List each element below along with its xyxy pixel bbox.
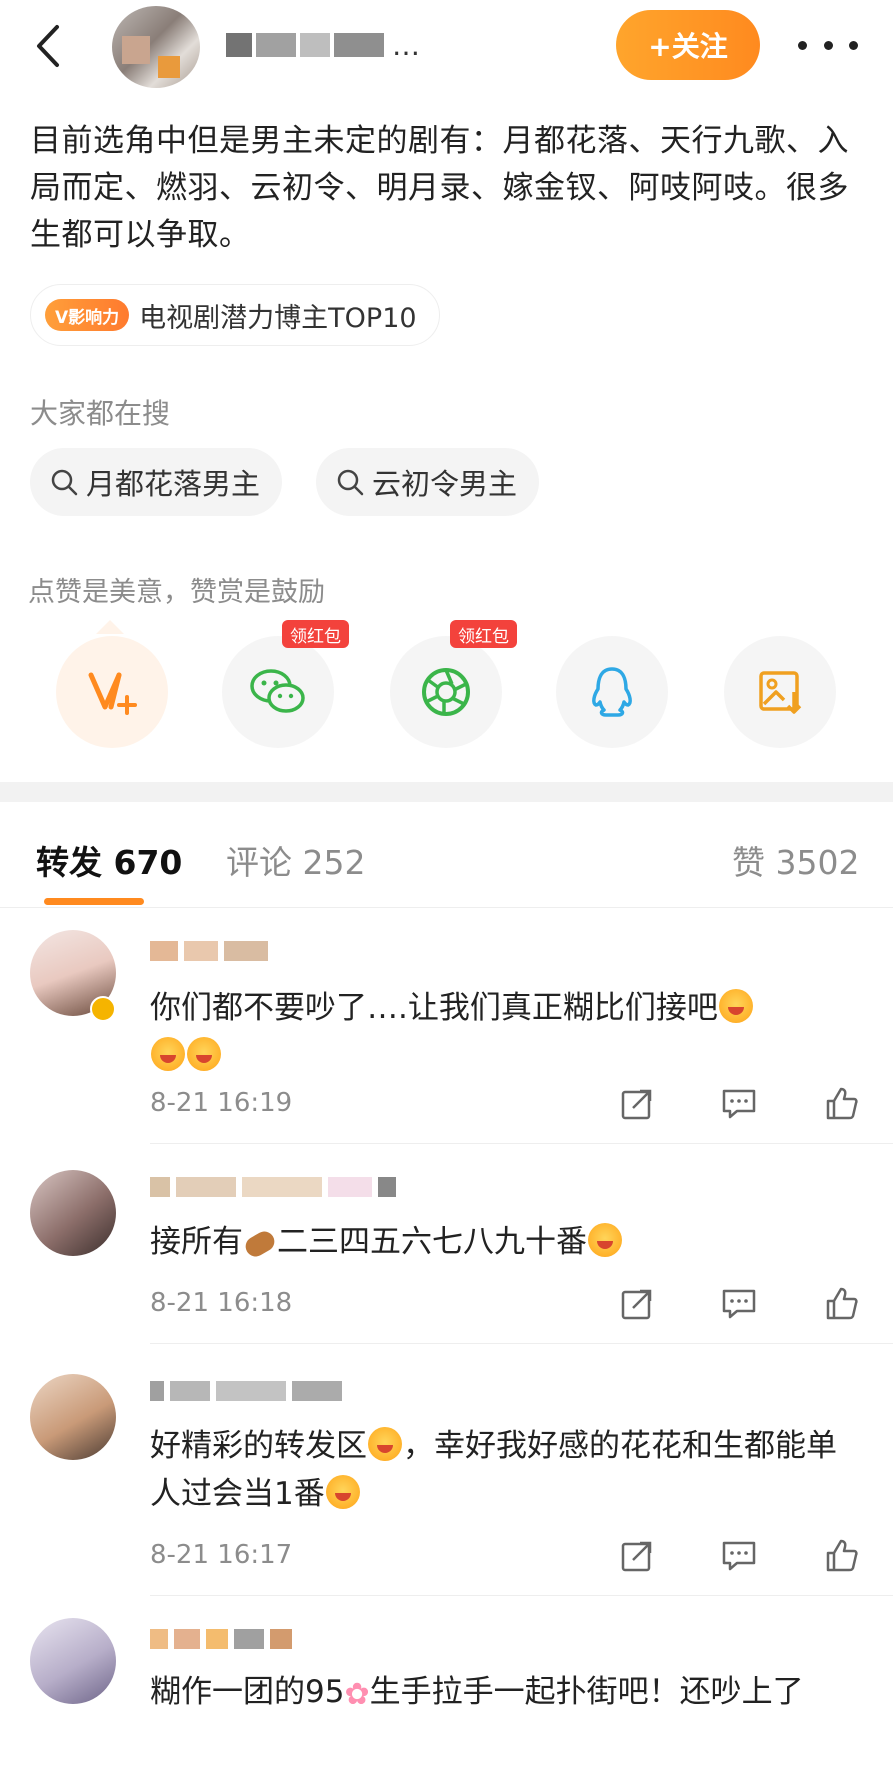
comment-actions: [620, 1284, 860, 1324]
comment-icon[interactable]: [721, 1087, 757, 1121]
tab-bar: 转发 670 评论 252 赞 3502: [0, 802, 893, 908]
red-packet-badge: 领红包: [450, 620, 517, 648]
red-packet-badge: 领红包: [282, 620, 349, 648]
author-name[interactable]: …: [226, 28, 420, 62]
repost-icon[interactable]: [620, 1539, 654, 1573]
list-item: 糊作一团的95✿生手拉手一起扑街吧！还吵上了: [0, 1596, 893, 1789]
comment-time: 8-21 16:17: [150, 1540, 293, 1570]
search-chip[interactable]: 月都花落男主: [30, 448, 283, 516]
laugh-emoji-icon: [187, 1037, 221, 1071]
comment-time: 8-21 16:18: [150, 1288, 293, 1318]
caret: [96, 620, 124, 634]
peanut-emoji-icon: [243, 1224, 277, 1258]
verified-icon: [90, 996, 116, 1022]
trending-search-title: 大家都在搜: [30, 397, 171, 430]
tab-comment[interactable]: 评论 252: [226, 836, 365, 884]
moments-icon: [422, 668, 470, 716]
avatar[interactable]: [30, 1170, 116, 1256]
comment-actions: [620, 1536, 860, 1576]
influence-badge[interactable]: V影响力 电视剧潜力博主TOP10: [30, 284, 440, 346]
comment-text: 糊作一团的95✿生手拉手一起扑街吧！还吵上了: [150, 1668, 862, 1719]
qq-icon: [592, 667, 632, 717]
search-chip-label: 云初令男主: [372, 467, 518, 501]
like-hint: 点赞是美意，赞赏是鼓励: [28, 577, 325, 608]
search-chip[interactable]: 云初令男主: [316, 448, 540, 516]
post-text: 目前选角中但是男主未定的剧有：月都花落、天行九歌、入局而定、燃羽、云初令、明月录…: [30, 123, 849, 253]
moments-share-button[interactable]: [390, 636, 502, 748]
list-item: 接所有 二三四五六七八九十番 8-21 16:18: [0, 1144, 893, 1344]
back-icon[interactable]: [28, 18, 68, 74]
influence-badge-text: 电视剧潜力博主TOP10: [139, 302, 417, 334]
avatar[interactable]: [30, 1618, 116, 1704]
influence-tag: V影响力: [45, 299, 130, 331]
commenter-name[interactable]: [150, 1378, 342, 1404]
share-row: 领红包 领红包: [0, 620, 893, 760]
author-avatar[interactable]: [112, 6, 200, 88]
commenter-name[interactable]: [150, 938, 268, 964]
avatar[interactable]: [30, 1374, 116, 1460]
repost-icon[interactable]: [620, 1087, 654, 1121]
save-image-button[interactable]: [724, 636, 836, 748]
repost-icon[interactable]: [620, 1287, 654, 1321]
list-item: 好精彩的转发区 ，幸好我好感的花花和生都能单人过会当1番 8-21 16:17: [0, 1344, 893, 1596]
comment-text: 你们都不要吵了….让我们真正糊比们接吧: [150, 984, 862, 1080]
top-bar: … +关注: [0, 0, 893, 92]
like-icon[interactable]: [824, 1538, 860, 1574]
laugh-emoji-icon: [151, 1037, 185, 1071]
v-plus-icon: [88, 672, 137, 715]
comment-text: 接所有 二三四五六七八九十番: [150, 1218, 862, 1266]
wechat-icon: [250, 669, 305, 713]
more-options-icon[interactable]: [798, 22, 858, 68]
laugh-emoji-icon: [325, 1475, 360, 1509]
list-item: 你们都不要吵了….让我们真正糊比们接吧 8-21 16:19: [0, 908, 893, 1144]
comment-icon[interactable]: [721, 1539, 757, 1573]
v-plus-button[interactable]: [56, 636, 168, 748]
laugh-emoji-icon: [368, 1427, 402, 1461]
comment-text: 好精彩的转发区 ，幸好我好感的花花和生都能单人过会当1番: [150, 1427, 837, 1512]
comment-time: 8-21 16:19: [150, 1088, 293, 1118]
comment-actions: [620, 1084, 860, 1124]
like-icon[interactable]: [824, 1086, 860, 1122]
username-ellipsis: …: [392, 28, 420, 62]
search-icon: [51, 469, 78, 496]
flower-emoji-icon: ✿: [344, 1677, 370, 1712]
laugh-emoji-icon: [588, 1223, 622, 1257]
like-icon[interactable]: [824, 1286, 860, 1322]
commenter-name[interactable]: [150, 1626, 292, 1652]
tab-like[interactable]: 赞 3502: [732, 836, 859, 884]
tab-underline: [44, 898, 144, 905]
commenter-name[interactable]: [150, 1174, 396, 1200]
save-image-icon: [759, 671, 802, 714]
qq-share-button[interactable]: [556, 636, 668, 748]
search-icon: [337, 469, 364, 496]
comment-icon[interactable]: [721, 1287, 757, 1321]
search-chip-label: 月都花落男主: [86, 467, 261, 501]
laugh-emoji-icon: [718, 989, 753, 1023]
tab-repost[interactable]: 转发 670: [36, 836, 182, 884]
follow-button[interactable]: +关注: [616, 10, 760, 80]
section-divider: [0, 782, 893, 802]
wechat-share-button[interactable]: [222, 636, 334, 748]
